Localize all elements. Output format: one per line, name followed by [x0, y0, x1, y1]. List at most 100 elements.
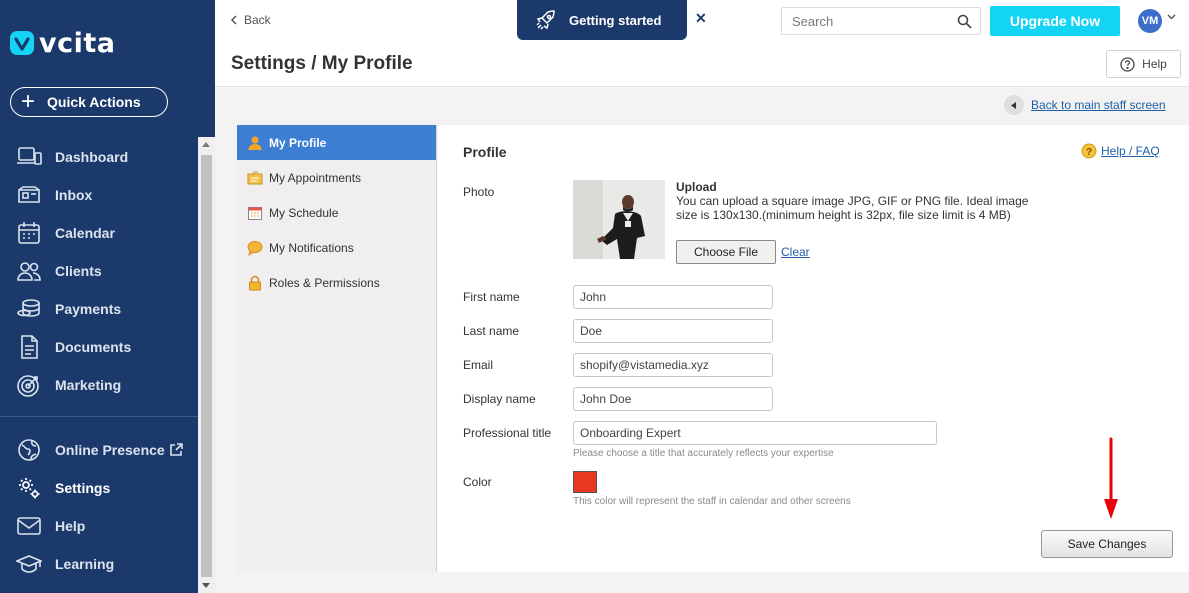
professional-title-label: Professional title	[463, 426, 552, 440]
clear-photo-link[interactable]: Clear	[781, 245, 810, 259]
appointments-folder-icon	[247, 171, 263, 184]
subnav-label: My Notifications	[269, 240, 354, 255]
sidebar-item-label: Settings	[55, 480, 111, 496]
subnav-item-roles-permissions[interactable]: Roles & Permissions	[237, 265, 436, 300]
subnav-item-my-schedule[interactable]: My Schedule	[237, 195, 436, 230]
sidebar-item-marketing[interactable]: Marketing	[0, 366, 198, 404]
settings-panel: My Profile My Appointments My Schedule M…	[237, 125, 1189, 572]
sidebar-item-settings[interactable]: Settings	[0, 469, 198, 507]
last-name-label: Last name	[463, 324, 520, 338]
scroll-up-arrow-icon[interactable]	[202, 142, 210, 147]
profile-form: Profile ? Help / FAQ Photo Upload You ca…	[438, 125, 1189, 572]
marketing-icon	[17, 375, 39, 397]
color-label: Color	[463, 475, 492, 489]
user-icon	[248, 136, 262, 150]
first-name-label: First name	[463, 290, 520, 304]
scrollbar-thumb[interactable]	[201, 155, 212, 577]
sidebar: vcita + Quick Actions Dashboard Inbox Ca…	[0, 0, 215, 593]
email-label: Email	[463, 358, 494, 372]
first-name-field[interactable]	[573, 285, 773, 309]
color-hint: This color will represent the staff in c…	[573, 496, 851, 507]
color-swatch[interactable]	[573, 471, 597, 493]
chevron-down-icon[interactable]	[1167, 14, 1176, 20]
sidebar-item-label: Online Presence	[55, 442, 165, 458]
display-name-field[interactable]	[573, 387, 773, 411]
search-icon[interactable]	[957, 14, 972, 29]
subnav-label: Roles & Permissions	[269, 275, 380, 290]
sidebar-item-clients[interactable]: Clients	[0, 252, 198, 290]
sidebar-item-label: Learning	[55, 556, 115, 572]
sidebar-item-label: Clients	[55, 263, 102, 279]
subnav-label: My Schedule	[269, 205, 339, 220]
professional-title-field[interactable]	[573, 421, 937, 445]
profile-photo	[573, 180, 665, 259]
choose-file-button[interactable]: Choose File	[676, 240, 776, 264]
clients-icon	[17, 262, 41, 281]
settings-icon	[19, 478, 40, 499]
sidebar-item-label: Marketing	[55, 377, 122, 393]
search-box	[781, 7, 981, 35]
help-button[interactable]: Help	[1106, 50, 1181, 78]
top-bar: Back Getting started ✕ Upgrade Now VM	[215, 0, 1189, 41]
subnav-item-my-notifications[interactable]: My Notifications	[237, 230, 436, 265]
sidebar-item-payments[interactable]: Payments	[0, 290, 198, 328]
sidebar-item-label: Payments	[55, 301, 122, 317]
sidebar-bottom-nav: Online Presence Settings Help Learning	[0, 431, 198, 583]
back-to-main-label: Back to main staff screen	[1031, 98, 1166, 112]
sidebar-item-learning[interactable]: Learning	[0, 545, 198, 583]
close-icon[interactable]: ✕	[695, 10, 707, 27]
sidebar-item-label: Calendar	[55, 225, 115, 241]
sidebar-item-label: Inbox	[55, 187, 93, 203]
inbox-icon	[18, 186, 40, 203]
sidebar-item-documents[interactable]: Documents	[0, 328, 198, 366]
back-arrow-icon	[1004, 95, 1024, 115]
quick-actions-label: Quick Actions	[47, 94, 141, 110]
mail-icon	[17, 517, 41, 535]
back-button[interactable]: Back	[230, 13, 271, 27]
back-label: Back	[244, 13, 271, 27]
getting-started-button[interactable]: Getting started	[517, 0, 687, 40]
sidebar-item-inbox[interactable]: Inbox	[0, 176, 198, 214]
vcita-logo[interactable]: vcita	[9, 27, 116, 59]
payments-icon	[17, 299, 40, 317]
sidebar-item-label: Dashboard	[55, 149, 129, 165]
notifications-bubble-icon	[247, 240, 263, 256]
email-field[interactable]	[573, 353, 773, 377]
globe-icon	[18, 439, 40, 461]
photo-label: Photo	[463, 185, 495, 199]
display-name-label: Display name	[463, 392, 536, 406]
upload-title: Upload	[676, 180, 717, 194]
rocket-icon	[536, 10, 555, 30]
sidebar-item-label: Help	[55, 518, 86, 534]
upgrade-now-button[interactable]: Upgrade Now	[990, 6, 1120, 36]
calendar-icon	[18, 222, 40, 244]
sidebar-item-online-presence[interactable]: Online Presence	[0, 431, 198, 469]
chevron-left-icon	[230, 15, 237, 25]
subnav-label: My Profile	[269, 135, 327, 150]
last-name-field[interactable]	[573, 319, 773, 343]
sidebar-item-dashboard[interactable]: Dashboard	[0, 138, 198, 176]
profile-subnav: My Profile My Appointments My Schedule M…	[237, 125, 437, 572]
documents-icon	[21, 335, 38, 359]
brand-name: vcita	[39, 27, 116, 59]
vcita-logo-icon	[10, 31, 34, 55]
sidebar-item-help[interactable]: Help	[0, 507, 198, 545]
subnav-label: My Appointments	[269, 170, 362, 185]
getting-started-label: Getting started	[569, 12, 662, 28]
svg-text:?: ?	[1086, 147, 1092, 158]
sidebar-scrollbar[interactable]	[198, 137, 215, 593]
subnav-item-my-appointments[interactable]: My Appointments	[237, 160, 436, 195]
search-input[interactable]	[782, 8, 952, 34]
scroll-down-arrow-icon[interactable]	[202, 583, 210, 588]
back-to-main-staff-link[interactable]: Back to main staff screen	[1004, 95, 1166, 115]
avatar[interactable]: VM	[1138, 9, 1162, 33]
graduation-cap-icon	[16, 555, 42, 573]
sidebar-item-calendar[interactable]: Calendar	[0, 214, 198, 252]
quick-actions-button[interactable]: + Quick Actions	[10, 87, 168, 117]
save-changes-button[interactable]: Save Changes	[1041, 530, 1173, 558]
subnav-item-my-profile[interactable]: My Profile	[237, 125, 436, 160]
annotation-arrow-icon	[1104, 437, 1118, 519]
page-title: Settings / My Profile	[231, 53, 413, 74]
help-faq-link[interactable]: ? Help / FAQ	[1081, 143, 1160, 159]
help-label: Help	[1142, 57, 1167, 71]
